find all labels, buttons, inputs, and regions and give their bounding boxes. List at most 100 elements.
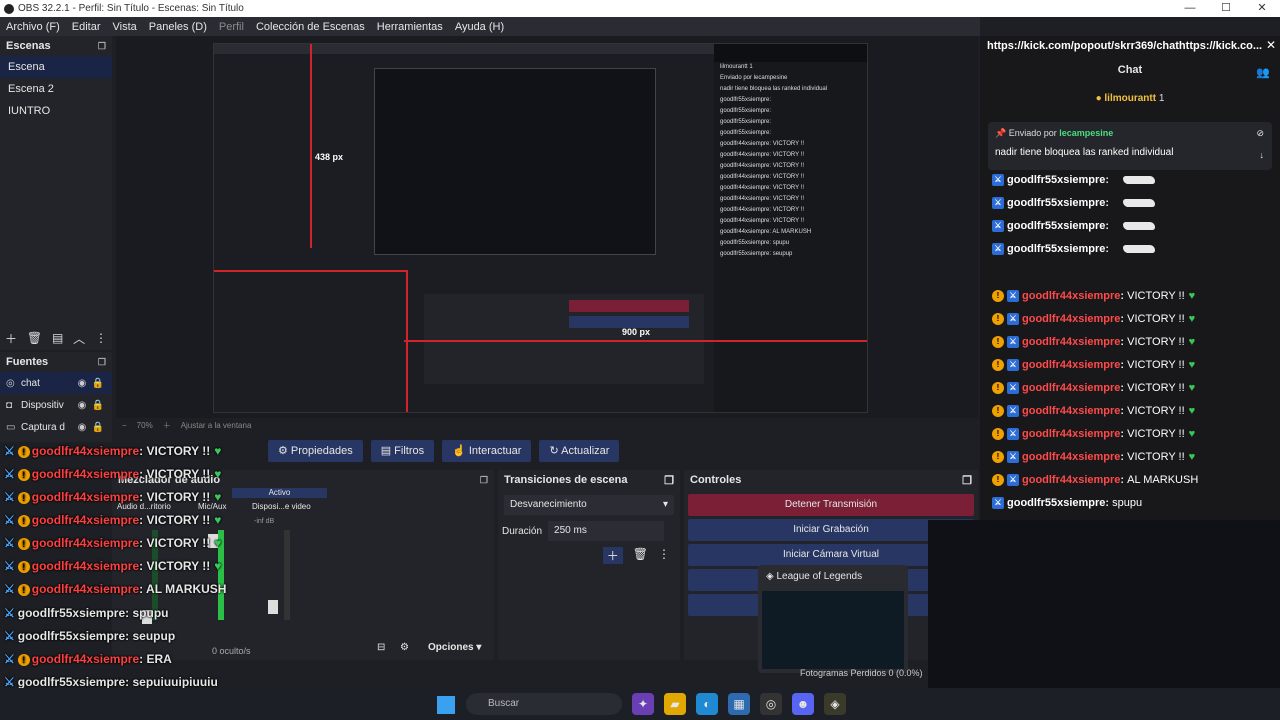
store-icon[interactable]: ▦: [728, 693, 750, 715]
nested-menubar: [214, 44, 714, 54]
sword-icon: ⚔: [4, 652, 15, 666]
arrow-down-icon[interactable]: ↓: [1260, 150, 1265, 160]
options-button[interactable]: Opciones ▾: [428, 642, 481, 653]
sword-icon: ⚔: [4, 467, 15, 481]
chat-message: VICTORY !!: [1127, 336, 1185, 348]
update-button[interactable]: ↻ Actualizar: [539, 440, 620, 462]
overlay-chat-line: ⚔ goodlfr55xsiempre: sepuiuuipiuuiu: [4, 675, 218, 689]
windows-start-icon[interactable]: [437, 696, 455, 714]
fit-window-label[interactable]: Ajustar a la ventana: [181, 421, 252, 430]
menu-ayuda[interactable]: Ayuda (H): [449, 21, 510, 33]
gear-icon: ⚙: [278, 445, 291, 457]
menu-editar[interactable]: Editar: [66, 21, 107, 33]
mixer-settings-icon[interactable]: ⚙: [400, 642, 409, 653]
nested-chat-line: goodlfr44xsiempre: VICTORY !!: [720, 174, 805, 180]
folder-icon[interactable]: ▰: [664, 693, 686, 715]
menu-archivo[interactable]: Archivo (F): [0, 21, 66, 33]
source-item[interactable]: ▭ Captura d ◉ 🔒: [0, 416, 112, 438]
chat-message-row: ⚔ goodlfr55xsiempre:: [992, 197, 1156, 210]
edge-icon[interactable]: ◐: [696, 693, 718, 715]
mixer-layout-icon[interactable]: ⊟: [377, 642, 385, 653]
sources-title: Fuentes: [6, 356, 49, 368]
menu-paneles[interactable]: Paneles (D): [143, 21, 213, 33]
scenes-panel: Escenas ❐ Escena Escena 2 IUNTRO: [0, 36, 112, 350]
more-icon[interactable]: ⋮: [658, 547, 670, 564]
discord-icon[interactable]: ☻: [792, 693, 814, 715]
scene-item[interactable]: Escena: [0, 56, 112, 78]
scene-item[interactable]: Escena 2: [0, 78, 112, 100]
close-button[interactable]: ✕: [1244, 0, 1280, 17]
lock-icon[interactable]: 🔒: [90, 378, 106, 389]
more-icon[interactable]: ⋮: [95, 331, 107, 345]
undock-icon[interactable]: ❐: [480, 475, 488, 486]
volume-slider[interactable]: [142, 610, 152, 624]
scene-item[interactable]: IUNTRO: [0, 100, 112, 122]
nested-chat-line: goodlfr55xsiempre:: [720, 130, 772, 136]
preview-canvas[interactable]: lilmourantt 1 Enviado por lecampesine na…: [213, 43, 868, 413]
nested-chat-line: goodlfr44xsiempre: VICTORY !!: [720, 152, 805, 158]
transition-select[interactable]: Desvanecimiento ▾: [504, 495, 674, 515]
nested-chat-line: Enviado por lecampesine: [720, 75, 788, 81]
zoom-out-icon[interactable]: −: [122, 421, 127, 430]
eye-icon[interactable]: ◉: [74, 378, 90, 389]
nested-chat-line: goodlfr44xsiempre: AL MARKUSH: [720, 229, 812, 235]
add-icon[interactable]: ＋: [602, 547, 623, 564]
filter-icon[interactable]: ▤: [52, 331, 63, 345]
properties-button[interactable]: ⚙ Propiedades: [268, 440, 363, 462]
interact-button[interactable]: ☝ Interactuar: [442, 440, 532, 462]
nested-chat-line: goodlfr44xsiempre: VICTORY !!: [720, 141, 805, 147]
lock-icon[interactable]: 🔒: [90, 422, 106, 433]
trash-icon[interactable]: 🗑: [27, 331, 42, 345]
maximize-button[interactable]: ☐: [1208, 0, 1244, 17]
distance-label: 900 px: [622, 327, 651, 337]
chat-message-row: ⚔ goodlfr55xsiempre:: [992, 220, 1156, 233]
stop-stream-button[interactable]: Detener Transmisión: [688, 494, 974, 516]
menu-herramientas[interactable]: Herramientas: [371, 21, 449, 33]
source-toolbar: ⚙ Propiedades ▤ Filtros ☝ Interactuar ↻ …: [116, 440, 1130, 462]
sword-icon: ⚔: [4, 444, 15, 458]
taskbar-apps: ✦ ▰ ◐ ▦ ◎ ☻ ◈: [632, 693, 846, 715]
volume-slider[interactable]: [208, 534, 218, 548]
popup-thumbnail[interactable]: [762, 591, 904, 669]
selection-box[interactable]: [214, 270, 408, 412]
volume-slider[interactable]: [268, 600, 278, 614]
menu-perfil[interactable]: Perfil: [213, 21, 250, 33]
badge-icon: !: [992, 405, 1004, 418]
menu-vista[interactable]: Vista: [107, 21, 143, 33]
add-icon[interactable]: ＋: [5, 330, 17, 347]
copilot-icon[interactable]: ✦: [632, 693, 654, 715]
chat-user: goodlfr44xsiempre: [1022, 290, 1121, 302]
menu-coleccion[interactable]: Colección de Escenas: [250, 21, 371, 33]
heart-icon: ♥: [1188, 382, 1196, 394]
eye-icon[interactable]: ◉: [74, 400, 90, 411]
undock-icon[interactable]: ❐: [98, 357, 106, 368]
chat-dock-url: https://kick.com/popout/skrr369/chathttp…: [987, 40, 1263, 52]
source-item[interactable]: ◘ Dispositiv ◉ 🔒: [0, 394, 112, 416]
taskbar-preview-popup[interactable]: ◈ League of Legends: [758, 565, 908, 673]
league-of-legends-icon[interactable]: ◈: [824, 693, 846, 715]
chat-user: goodlfr55xsiempre: [1007, 497, 1106, 509]
duration-input[interactable]: 250 ms: [548, 521, 665, 541]
obs-icon[interactable]: ◎: [760, 693, 782, 715]
undock-icon[interactable]: ❐: [98, 41, 106, 52]
selection-guide-line: [404, 340, 867, 342]
source-item[interactable]: ◎ chat ◉ 🔒: [0, 372, 112, 394]
lock-icon[interactable]: 🔒: [90, 400, 106, 411]
minimize-button[interactable]: —: [1172, 0, 1208, 17]
controls-header: Controles ❐: [684, 470, 978, 491]
trash-icon[interactable]: 🗑: [633, 547, 648, 564]
filters-button[interactable]: ▤ Filtros: [370, 440, 435, 462]
chat-user: goodlfr44xsiempre: [1022, 451, 1121, 463]
eye-icon[interactable]: ◉: [74, 422, 90, 433]
preview-area[interactable]: lilmourantt 1 Enviado por lecampesine na…: [116, 36, 978, 418]
pinned-text: nadir tiene bloquea las ranked individua…: [995, 147, 1174, 158]
taskbar-search[interactable]: Buscar: [466, 693, 622, 715]
chevron-up-icon[interactable]: ︿: [73, 330, 85, 347]
chat-message-row: ! ⚔ goodlfr44xsiempre: VICTORY !! ♥: [992, 336, 1195, 349]
hide-icon[interactable]: ⊘: [1256, 128, 1264, 139]
users-icon[interactable]: 👥: [1256, 66, 1270, 79]
close-icon[interactable]: ✕: [1266, 38, 1276, 52]
zoom-in-icon[interactable]: ＋: [163, 420, 171, 431]
undock-icon[interactable]: ❐: [664, 474, 674, 487]
undock-icon[interactable]: ❐: [962, 474, 972, 487]
